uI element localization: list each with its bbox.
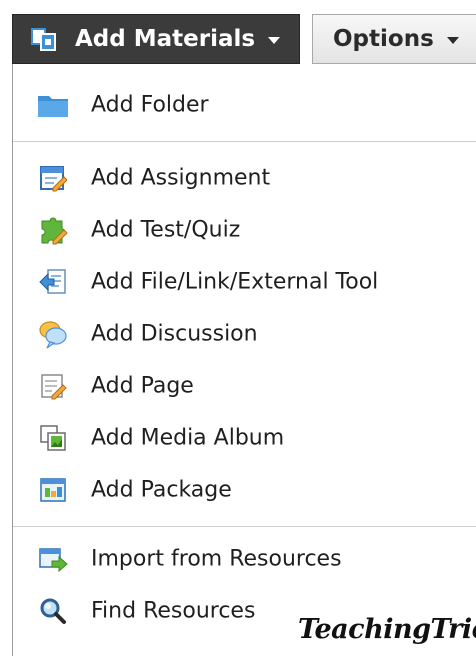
menu-divider	[13, 141, 476, 142]
import-icon	[37, 543, 69, 575]
magnifier-icon	[37, 595, 69, 627]
menu-item-add-package[interactable]: Add Package	[13, 470, 473, 510]
menu-item-label: Add Assignment	[91, 165, 271, 191]
menu-item-add-discussion[interactable]: Add Discussion	[13, 314, 473, 354]
menu-item-label: Add Page	[91, 373, 194, 399]
menu-item-label: Add Package	[91, 477, 232, 503]
chevron-down-icon	[446, 37, 459, 44]
chevron-down-icon	[268, 37, 281, 44]
menu-item-label: Add Media Album	[91, 425, 285, 451]
page-icon	[37, 370, 69, 402]
materials-page: Add Materials Options Add Folder Add Ass…	[0, 0, 476, 656]
add-materials-label: Add Materials	[75, 26, 256, 52]
assignment-icon	[37, 162, 69, 194]
menu-item-label: Find Resources	[91, 598, 256, 624]
file-link-icon	[37, 266, 69, 298]
folder-icon	[37, 89, 69, 121]
menu-item-add-page[interactable]: Add Page	[13, 366, 473, 406]
menu-item-add-assignment[interactable]: Add Assignment	[13, 158, 473, 198]
menu-divider	[13, 526, 476, 527]
menu-item-label: Add Test/Quiz	[91, 217, 241, 243]
test-quiz-icon	[37, 214, 69, 246]
menu-item-label: Add Discussion	[91, 321, 258, 347]
menu-item-label: Add File/Link/External Tool	[91, 269, 379, 295]
add-materials-button[interactable]: Add Materials	[12, 14, 300, 64]
menu-item-add-file-link[interactable]: Add File/Link/External Tool	[13, 262, 473, 302]
options-label: Options	[333, 26, 434, 52]
add-materials-icon	[29, 24, 59, 54]
teaching-trio-watermark: TeachingTrio	[298, 614, 476, 645]
menu-item-label: Add Folder	[91, 92, 209, 118]
package-icon	[37, 474, 69, 506]
menu-item-add-folder[interactable]: Add Folder	[13, 85, 473, 125]
menu-item-add-test-quiz[interactable]: Add Test/Quiz	[13, 210, 473, 250]
menu-item-add-media-album[interactable]: Add Media Album	[13, 418, 473, 458]
discussion-icon	[37, 318, 69, 350]
options-button[interactable]: Options	[312, 14, 476, 64]
menu-item-import-from-resources[interactable]: Import from Resources	[13, 539, 473, 579]
add-materials-dropdown: Add Folder Add Assignment Add Test/Quiz …	[12, 64, 476, 656]
menu-item-label: Import from Resources	[91, 546, 342, 572]
media-album-icon	[37, 422, 69, 454]
